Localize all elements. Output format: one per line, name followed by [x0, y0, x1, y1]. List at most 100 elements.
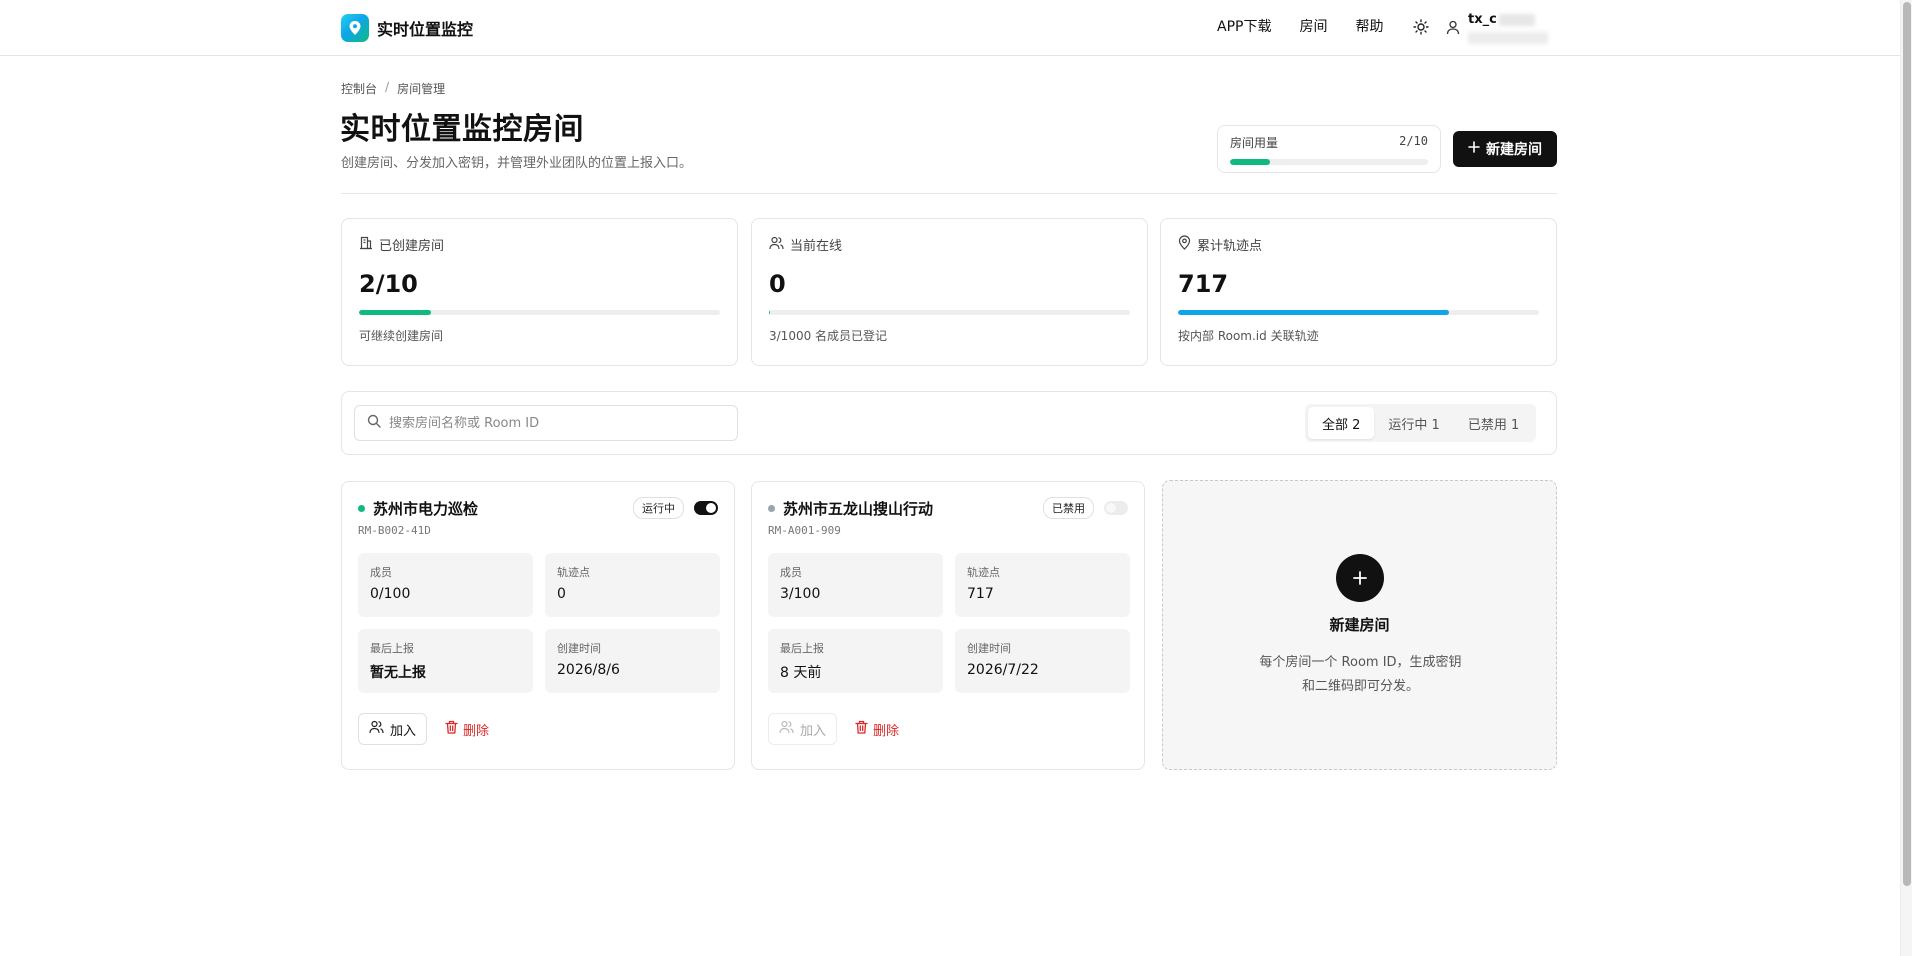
- building-icon: [359, 236, 373, 254]
- trash-icon: [445, 720, 458, 738]
- usage-label: 房间用量: [1230, 136, 1279, 150]
- new-room-card-title: 新建房间: [1329, 616, 1390, 634]
- nav-help[interactable]: 帮助: [1355, 17, 1383, 37]
- join-button[interactable]: 加入: [358, 713, 428, 745]
- sun-icon[interactable]: [1411, 17, 1431, 37]
- stat-label: 累计轨迹点: [1197, 239, 1263, 254]
- join-button-label: 加入: [390, 723, 417, 739]
- stat-note: 可继续创建房间: [359, 329, 444, 343]
- cell-label: 成员: [370, 566, 392, 579]
- tab-all[interactable]: 全部 2: [1308, 407, 1375, 439]
- stat-value: 717: [1178, 270, 1229, 298]
- track-points-cell: 轨迹点 0: [545, 553, 720, 617]
- cell-value: 暂无上报: [370, 665, 426, 681]
- scrollbar-thumb[interactable]: [1903, 2, 1911, 886]
- breadcrumb-console[interactable]: 控制台: [341, 80, 377, 97]
- user-name-redacted: [1498, 13, 1535, 26]
- room-id: RM-B002-41D: [358, 524, 431, 537]
- header-divider: [341, 193, 1557, 194]
- join-button[interactable]: 加入: [768, 713, 838, 745]
- stat-card-track-points: 累计轨迹点 717 按内部 Room.id 关联轨迹: [1160, 218, 1557, 366]
- delete-button[interactable]: 删除: [855, 720, 899, 739]
- usage-value: 2/10: [1399, 134, 1428, 148]
- room-enable-toggle[interactable]: [1104, 501, 1128, 515]
- delete-button-label: 删除: [463, 723, 490, 739]
- stat-progress-fill: [359, 310, 432, 315]
- filter-bar: 全部 2 运行中 1 已禁用 1: [341, 391, 1557, 455]
- last-report-cell: 最后上报 暂无上报: [358, 629, 533, 693]
- new-room-button-label: 新建房间: [1486, 142, 1542, 158]
- stat-label: 当前在线: [790, 239, 843, 254]
- members-cell: 成员 3/100: [768, 553, 943, 617]
- search-box[interactable]: [354, 405, 738, 441]
- user-name: tx_c: [1468, 12, 1497, 27]
- stat-label: 已创建房间: [379, 239, 445, 254]
- cell-value: 2026/7/22: [967, 662, 1039, 678]
- cell-label: 最后上报: [370, 642, 414, 655]
- stat-progress-fill: [769, 310, 771, 315]
- room-enable-toggle[interactable]: [694, 501, 718, 515]
- created-at-cell: 创建时间 2026/7/22: [955, 629, 1130, 693]
- room-card: 苏州市五龙山搜山行动 已禁用 RM-A001-909 成员 3/100 轨迹点 …: [751, 481, 1145, 770]
- top-navbar: 实时位置监控 APP下载 房间 帮助 tx_c: [0, 0, 1900, 56]
- cell-label: 轨迹点: [967, 566, 1000, 579]
- stat-note: 3/1000 名成员已登记: [769, 329, 888, 343]
- search-input[interactable]: [389, 415, 719, 431]
- status-badge: 已禁用: [1043, 497, 1094, 519]
- cell-value: 8 天前: [780, 665, 822, 681]
- stat-card-rooms-created: 已创建房间 2/10 可继续创建房间: [341, 218, 738, 366]
- room-card: 苏州市电力巡检 运行中 RM-B002-41D 成员 0/100 轨迹点 0 最…: [341, 481, 735, 770]
- join-button-label: 加入: [800, 723, 827, 739]
- usage-progress-track: [1230, 159, 1428, 165]
- cell-value: 3/100: [780, 586, 821, 602]
- plus-icon: [1468, 141, 1480, 157]
- user-subtitle-redacted: [1468, 32, 1548, 44]
- stat-progress-fill: [1178, 310, 1449, 315]
- cell-value: 2026/8/6: [557, 662, 620, 678]
- stat-progress-track: [359, 310, 720, 315]
- plus-circle-icon: [1336, 554, 1384, 602]
- page-scrollbar[interactable]: [1900, 0, 1912, 956]
- users-icon: [769, 236, 784, 254]
- cell-value: 717: [967, 586, 994, 602]
- created-at-cell: 创建时间 2026/8/6: [545, 629, 720, 693]
- nav-app-download[interactable]: APP下载: [1217, 17, 1271, 37]
- cell-label: 最后上报: [780, 642, 824, 655]
- stat-value: 2/10: [359, 270, 418, 298]
- cell-value: 0: [557, 586, 566, 602]
- status-dot: [358, 504, 365, 512]
- status-badge: 运行中: [633, 497, 684, 519]
- search-icon: [367, 414, 381, 432]
- cell-label: 创建时间: [967, 642, 1011, 655]
- breadcrumb-room-management: 房间管理: [397, 82, 446, 96]
- tab-running[interactable]: 运行中 1: [1374, 407, 1453, 439]
- stat-note: 按内部 Room.id 关联轨迹: [1178, 329, 1319, 343]
- cell-label: 成员: [780, 566, 802, 579]
- breadcrumb-separator: /: [385, 80, 390, 94]
- users-icon: [779, 720, 794, 738]
- stat-value: 0: [769, 270, 786, 298]
- user-menu[interactable]: tx_c: [1446, 12, 1548, 44]
- room-usage-meter: 房间用量 2/10: [1217, 125, 1441, 173]
- description-line: 每个房间一个 Room ID，生成密钥: [1259, 655, 1462, 670]
- main-nav: APP下载 房间 帮助: [1217, 17, 1449, 37]
- delete-button[interactable]: 删除: [445, 720, 489, 739]
- status-filter-tabs: 全部 2 运行中 1 已禁用 1: [1305, 404, 1537, 442]
- cell-label: 创建时间: [557, 642, 601, 655]
- trash-icon: [855, 720, 868, 738]
- nav-rooms[interactable]: 房间: [1299, 17, 1327, 37]
- room-id: RM-A001-909: [768, 524, 841, 537]
- stat-card-online-now: 当前在线 0 3/1000 名成员已登记: [751, 218, 1148, 366]
- tab-disabled[interactable]: 已禁用 1: [1454, 407, 1533, 439]
- new-room-card[interactable]: 新建房间 每个房间一个 Room ID，生成密钥 和二维码即可分发。: [1162, 480, 1557, 770]
- map-pin-logo-icon: [341, 14, 369, 42]
- brand[interactable]: 实时位置监控: [341, 14, 473, 42]
- room-name: 苏州市五龙山搜山行动: [783, 499, 934, 518]
- track-points-cell: 轨迹点 717: [955, 553, 1130, 617]
- members-cell: 成员 0/100: [358, 553, 533, 617]
- stat-progress-track: [769, 310, 1130, 315]
- status-dot: [768, 504, 775, 512]
- new-room-button[interactable]: 新建房间: [1453, 131, 1557, 167]
- stat-progress-track: [1178, 310, 1539, 315]
- delete-button-label: 删除: [873, 723, 900, 739]
